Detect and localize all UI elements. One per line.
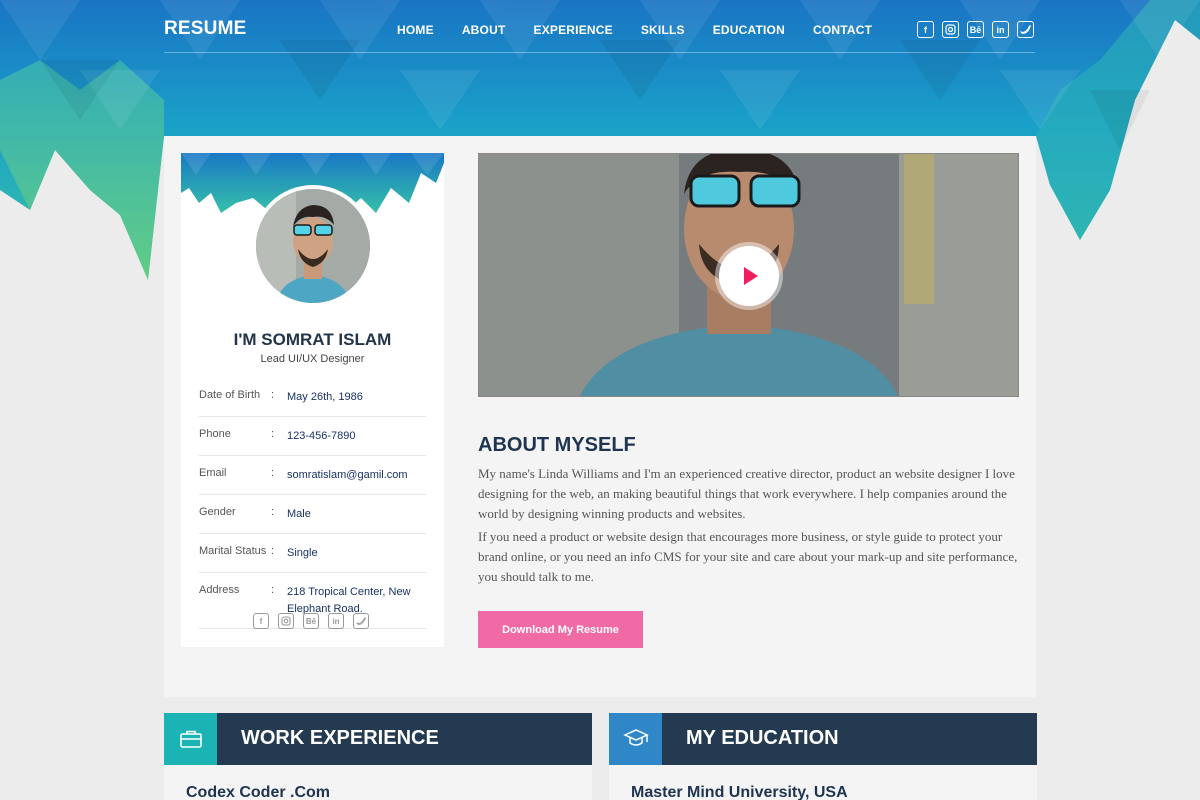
info-value: Male bbox=[287, 508, 311, 520]
work-experience-header: WORK EXPERIENCE bbox=[164, 713, 592, 765]
info-value: May 26th, 1986 bbox=[287, 391, 363, 403]
work-experience-title: WORK EXPERIENCE bbox=[241, 727, 439, 749]
education-title: MY EDUCATION bbox=[686, 727, 839, 749]
info-row-dob: Date of Birth: May 26th, 1986 bbox=[199, 378, 426, 417]
menu-experience[interactable]: EXPERIENCE bbox=[533, 23, 612, 37]
education-section: MY EDUCATION Master Mind University, USA bbox=[609, 713, 1037, 800]
menu-skills[interactable]: SKILLS bbox=[641, 23, 685, 37]
info-label: Gender bbox=[199, 506, 236, 518]
info-value: Single bbox=[287, 547, 318, 559]
facebook-icon[interactable]: f bbox=[917, 21, 934, 38]
menu-home[interactable]: HOME bbox=[397, 23, 434, 37]
play-button[interactable] bbox=[719, 246, 779, 306]
twitter-icon[interactable] bbox=[1017, 21, 1034, 38]
info-label: Marital Status bbox=[199, 545, 267, 557]
info-colon: : bbox=[271, 467, 275, 479]
main-menu: HOME ABOUT EXPERIENCE SKILLS EDUCATION C… bbox=[397, 23, 900, 37]
work-item-title: Codex Coder .Com bbox=[186, 784, 331, 800]
profile-info-list: Date of Birth: May 26th, 1986 Phone:123-4… bbox=[199, 378, 426, 629]
top-nav: RESUME HOME ABOUT EXPERIENCE SKILLS EDUC… bbox=[0, 0, 1200, 53]
info-row-email: Email: somratislam@gamil.com bbox=[199, 456, 426, 495]
education-header: MY EDUCATION bbox=[609, 713, 1037, 765]
about-paragraph-1: My name's Linda Williams and I'm an expe… bbox=[478, 466, 1015, 521]
info-row-phone: Phone:123-456-7890 bbox=[199, 417, 426, 456]
education-item-title: Master Mind University, USA bbox=[631, 784, 848, 800]
instagram-icon[interactable] bbox=[278, 613, 294, 629]
download-resume-button[interactable]: Download My Resume bbox=[478, 611, 643, 648]
info-label: Date of Birth bbox=[199, 389, 261, 401]
twitter-icon[interactable] bbox=[353, 613, 369, 629]
graduation-cap-icon bbox=[609, 713, 662, 765]
about-paragraph-2: If you need a product or website design … bbox=[478, 529, 1018, 584]
menu-education[interactable]: EDUCATION bbox=[713, 23, 785, 37]
info-colon: : bbox=[271, 506, 275, 518]
logo[interactable]: RESUME bbox=[164, 18, 247, 40]
profile-card: I'M SOMRAT ISLAM Lead UI/UX Designer Dat… bbox=[181, 153, 444, 647]
info-row-marital: Marital Status: Single bbox=[199, 534, 426, 573]
behance-icon[interactable]: Bē bbox=[303, 613, 319, 629]
linkedin-icon[interactable]: in bbox=[992, 21, 1009, 38]
info-value: 123-456-7890 bbox=[287, 430, 356, 442]
facebook-icon[interactable]: f bbox=[253, 613, 269, 629]
behance-icon[interactable]: Bē bbox=[967, 21, 984, 38]
about-title: ABOUT MYSELF bbox=[478, 434, 636, 456]
linkedin-icon[interactable]: in bbox=[328, 613, 344, 629]
intro-video[interactable] bbox=[478, 153, 1019, 397]
info-value: somratislam@gamil.com bbox=[287, 469, 408, 481]
info-colon: : bbox=[271, 545, 275, 557]
menu-contact[interactable]: CONTACT bbox=[813, 23, 872, 37]
info-colon: : bbox=[271, 389, 275, 401]
card-social-links: f Bē in bbox=[253, 613, 369, 629]
info-label: Email bbox=[199, 467, 227, 479]
work-experience-section: WORK EXPERIENCE Codex Coder .Com bbox=[164, 713, 592, 800]
briefcase-icon bbox=[164, 713, 217, 765]
info-label: Phone bbox=[199, 428, 231, 440]
avatar bbox=[252, 185, 374, 307]
profile-name: I'M SOMRAT ISLAM bbox=[233, 330, 392, 349]
header-social-links: f Bē in bbox=[917, 21, 1034, 38]
info-colon: : bbox=[271, 428, 275, 440]
profile-role: Lead UI/UX Designer bbox=[260, 353, 365, 365]
nav-divider bbox=[164, 52, 1035, 53]
menu-about[interactable]: ABOUT bbox=[462, 23, 506, 37]
info-row-gender: Gender: Male bbox=[199, 495, 426, 534]
instagram-icon[interactable] bbox=[942, 21, 959, 38]
